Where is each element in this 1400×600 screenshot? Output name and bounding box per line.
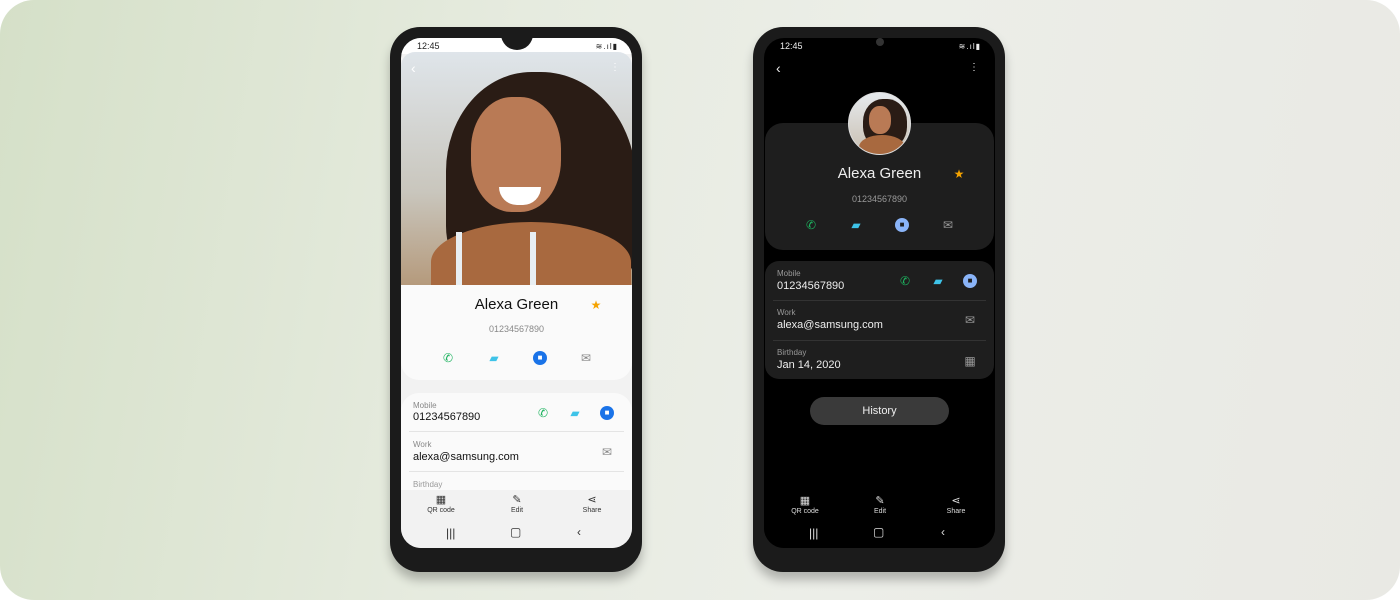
call-icon[interactable]: ✆ [898, 274, 912, 288]
message-icon[interactable]: ▰ [931, 274, 945, 288]
share-button[interactable]: ⋖ Share [936, 495, 976, 515]
message-icon[interactable]: ▰ [568, 406, 582, 420]
call-icon[interactable]: ✆ [804, 218, 818, 232]
background [0, 0, 1400, 600]
birthday-label: Birthday [413, 480, 443, 489]
email-icon[interactable]: ✉ [579, 351, 593, 365]
work-label: Work [413, 440, 432, 449]
email-icon[interactable]: ✉ [963, 313, 977, 327]
history-button[interactable]: History [810, 397, 949, 425]
share-icon: ⋖ [587, 494, 597, 506]
edit-button[interactable]: ✎ Edit [860, 495, 900, 515]
mobile-value[interactable]: 01234567890 [777, 280, 844, 292]
video-call-icon[interactable]: ■ [600, 406, 614, 420]
back-icon[interactable]: ‹ [411, 60, 416, 76]
phone-light: 12:45 ≋.ıl▮ ‹ ⋮ Alexa Green ★ 0123456789… [390, 27, 642, 572]
qr-code-button[interactable]: ▦ QR code [785, 495, 825, 515]
status-time: 12:45 [417, 41, 440, 51]
status-time: 12:45 [780, 41, 803, 51]
avatar [848, 92, 911, 155]
back-icon[interactable]: ‹ [776, 60, 781, 76]
qr-code-icon: ▦ [435, 494, 447, 506]
call-icon[interactable]: ✆ [536, 406, 550, 420]
favorite-star-icon[interactable]: ★ [589, 298, 603, 312]
favorite-star-icon[interactable]: ★ [952, 167, 966, 181]
email-icon[interactable]: ✉ [600, 445, 614, 459]
birthday-value: Jan 14, 2020 [777, 359, 841, 371]
details-card: Mobile 01234567890 ✆ ▰ ■ Work alexa@sams… [401, 393, 632, 503]
more-options-icon[interactable]: ⋮ [610, 62, 620, 73]
video-call-icon[interactable]: ■ [533, 351, 547, 365]
camera [876, 38, 884, 46]
qr-code-icon: ▦ [799, 495, 811, 507]
home-icon[interactable]: ▢ [873, 525, 884, 539]
video-call-icon[interactable]: ■ [895, 218, 909, 232]
recent-apps-icon[interactable]: ||| [809, 526, 818, 540]
mobile-value[interactable]: 01234567890 [413, 411, 480, 423]
share-icon: ⋖ [951, 495, 961, 507]
status-icons: ≋.ıl▮ [958, 42, 981, 51]
bottom-bar: ▦ QR code ✎ Edit ⋖ Share ||| ▢ ‹ [764, 490, 995, 548]
mobile-label: Mobile [777, 269, 801, 278]
share-button[interactable]: ⋖ Share [572, 494, 612, 514]
nav-back-icon[interactable]: ‹ [941, 525, 945, 539]
video-call-icon[interactable]: ■ [963, 274, 977, 288]
qr-code-button[interactable]: ▦ QR code [421, 494, 461, 514]
message-icon[interactable]: ▰ [487, 351, 501, 365]
name-card: Alexa Green ★ 01234567890 ✆ ▰ ■ ✉ [401, 285, 632, 380]
screen-dark: 12:45 ≋.ıl▮ ‹ ⋮ Alexa Green ★ 0123456789… [764, 38, 995, 548]
phone-dark: 12:45 ≋.ıl▮ ‹ ⋮ Alexa Green ★ 0123456789… [753, 27, 1005, 572]
details-card: Mobile 01234567890 ✆ ▰ ■ Work alexa@sams… [765, 261, 994, 379]
edit-button[interactable]: ✎ Edit [497, 494, 537, 514]
call-icon[interactable]: ✆ [441, 351, 455, 365]
recent-apps-icon[interactable]: ||| [446, 526, 455, 540]
contact-number: 01234567890 [488, 324, 545, 334]
nav-back-icon[interactable]: ‹ [577, 525, 581, 539]
edit-icon: ✎ [875, 495, 885, 507]
contact-photo [401, 52, 632, 285]
home-icon[interactable]: ▢ [510, 525, 521, 539]
contact-number: 01234567890 [851, 194, 908, 204]
email-icon[interactable]: ✉ [941, 218, 955, 232]
work-label: Work [777, 308, 796, 317]
work-value[interactable]: alexa@samsung.com [413, 451, 519, 463]
more-options-icon[interactable]: ⋮ [969, 62, 979, 73]
status-icons: ≋.ıl▮ [595, 42, 618, 51]
calendar-icon[interactable]: ▦ [963, 354, 977, 368]
mobile-label: Mobile [413, 401, 437, 410]
birthday-label: Birthday [777, 348, 807, 357]
work-value[interactable]: alexa@samsung.com [777, 319, 883, 331]
edit-icon: ✎ [512, 494, 522, 506]
bottom-bar: ▦ QR code ✎ Edit ⋖ Share ||| ▢ ‹ [401, 490, 632, 548]
screen-light: 12:45 ≋.ıl▮ ‹ ⋮ Alexa Green ★ 0123456789… [401, 38, 632, 548]
message-icon[interactable]: ▰ [849, 218, 863, 232]
